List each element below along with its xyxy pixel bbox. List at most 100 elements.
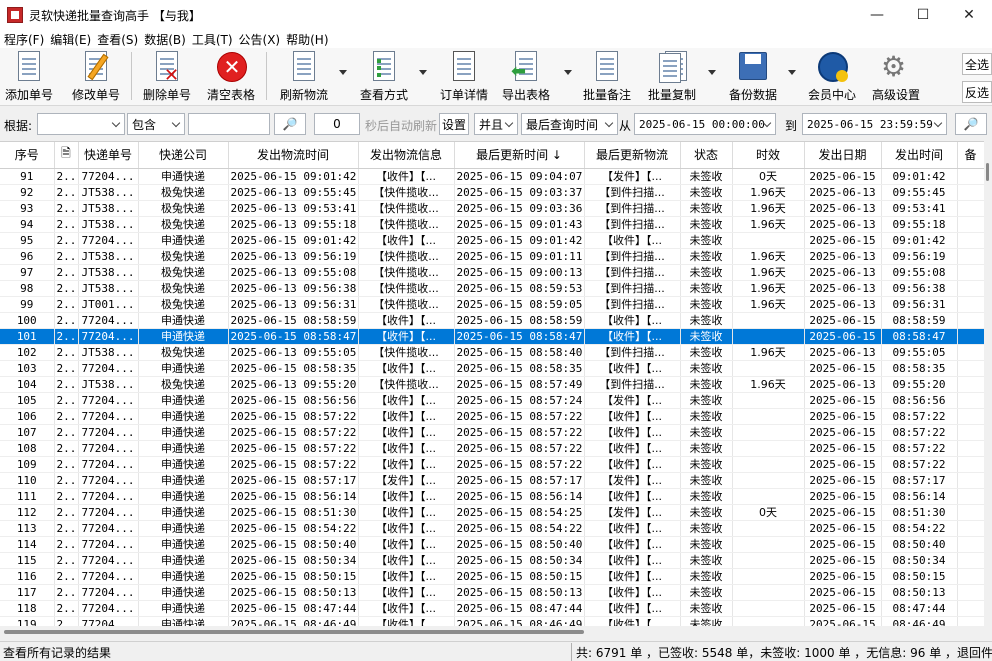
results-table[interactable]: 序号 🗎 快递单号 快递公司 发出物流时间 发出物流信息 最后更新时间 ↓ 最后更新物流 状态时… (0, 141, 984, 626)
minimize-button[interactable]: — (854, 0, 900, 30)
table-row[interactable]: 1102...77204...申通快递2025-06-15 08:57:17【发… (0, 472, 984, 489)
vertical-scroll-thumb[interactable] (986, 163, 989, 181)
member-center-button[interactable]: 会员中心 (805, 51, 859, 103)
column-header[interactable]: 备 (957, 142, 984, 169)
table-row[interactable]: 1142...77204...申通快递2025-06-15 08:50:40【收… (0, 536, 984, 553)
column-header[interactable]: 发出物流时间 (228, 142, 359, 169)
table-row[interactable]: 1132...77204...申通快递2025-06-15 08:54:22【收… (0, 520, 984, 537)
table-row[interactable]: 1012...77204...申通快递2025-06-15 08:58:47【收… (0, 328, 984, 345)
vertical-scrollbar[interactable] (984, 141, 992, 626)
table-cell: 极兔快递 (138, 344, 229, 361)
basis-select[interactable] (37, 113, 125, 135)
menu-tools[interactable]: 工具(T) (192, 31, 233, 48)
refresh-dropdown-arrow[interactable] (339, 70, 347, 75)
to-datetime-picker[interactable]: 2025-06-15 23:59:59 (802, 113, 947, 135)
export-table-button[interactable]: ⬅ 导出表格 (500, 51, 552, 103)
table-row[interactable]: 952...77204...申通快递2025-06-15 09:01:42【收件… (0, 232, 984, 249)
table-row[interactable]: 942...JT538...极兔快递2025-06-13 09:55:18【快件… (0, 216, 984, 233)
refresh-seconds-input[interactable]: 0 (314, 113, 360, 135)
table-row[interactable]: 1122...77204...申通快递2025-06-15 08:51:30【收… (0, 504, 984, 521)
table-cell: 08:57:22 (881, 456, 958, 473)
table-row[interactable]: 1152...77204...申通快递2025-06-15 08:50:34【收… (0, 552, 984, 569)
menu-notice[interactable]: 公告(X) (239, 31, 281, 48)
search-button[interactable]: 🔎 (274, 113, 306, 135)
logic-select[interactable]: 并且 (474, 113, 518, 135)
table-cell: 2025-06-13 09:56:31 (228, 296, 359, 313)
time-field-select-value: 最后查询时间 (526, 117, 599, 132)
view-mode-button[interactable]: 查看方式 (358, 51, 410, 103)
clear-table-button[interactable]: ✕ 清空表格 (205, 51, 257, 103)
table-row[interactable]: 1042...JT538...极兔快递2025-06-13 09:55:20【快… (0, 376, 984, 393)
table-cell: 【快件揽收... (358, 296, 455, 313)
menu-help[interactable]: 帮助(H) (286, 31, 328, 48)
from-datetime-picker[interactable]: 2025-06-15 00:00:00 (634, 113, 776, 135)
table-row[interactable]: 1192...77204...申通快递2025-06-15 08:46:49【收… (0, 616, 984, 626)
table-row[interactable]: 982...JT538...极兔快递2025-06-13 09:56:38【快件… (0, 280, 984, 297)
export-dropdown-arrow[interactable] (564, 70, 572, 75)
view-mode-dropdown-arrow[interactable] (419, 70, 427, 75)
advanced-settings-button[interactable]: ⚙ 高级设置 (868, 51, 924, 103)
table-cell (957, 488, 984, 505)
add-number-button[interactable]: 添加单号 (4, 51, 54, 103)
table-row[interactable]: 1002...77204...申通快递2025-06-15 08:58:59【收… (0, 312, 984, 329)
horizontal-scroll-thumb[interactable] (4, 630, 584, 634)
table-row[interactable]: 912...77204...申通快递2025-06-15 09:01:42【收件… (0, 168, 984, 185)
column-header[interactable]: 发出时间 (881, 142, 958, 169)
table-cell: 申通快递 (138, 616, 229, 626)
table-row[interactable]: 992...JT001...极兔快递2025-06-13 09:56:31【快件… (0, 296, 984, 313)
backup-dropdown-arrow[interactable] (788, 70, 796, 75)
menu-program[interactable]: 程序(F) (4, 31, 44, 48)
maximize-button[interactable]: ☐ (900, 0, 946, 30)
menu-view[interactable]: 查看(S) (97, 31, 138, 48)
column-header[interactable]: 最后更新时间 ↓ (454, 142, 585, 169)
batch-copy-dropdown-arrow[interactable] (708, 70, 716, 75)
table-cell: 09:01:42 (881, 232, 958, 249)
column-header[interactable]: 🗎 (54, 142, 79, 169)
table-row[interactable]: 962...JT538...极兔快递2025-06-13 09:56:19【快件… (0, 248, 984, 265)
table-row[interactable]: 1062...77204...申通快递2025-06-15 08:57:22【收… (0, 408, 984, 425)
date-search-button[interactable]: 🔎 (955, 113, 987, 135)
column-header[interactable]: 状态 (680, 142, 733, 169)
table-row[interactable]: 1112...77204...申通快递2025-06-15 08:56:14【收… (0, 488, 984, 505)
table-cell: 【收件】【... (584, 488, 681, 505)
column-header[interactable]: 发出日期 (804, 142, 882, 169)
filter-text-input[interactable] (188, 113, 270, 135)
table-row[interactable]: 1092...77204...申通快递2025-06-15 08:57:22【收… (0, 456, 984, 473)
table-row[interactable]: 1052...77204...申通快递2025-06-15 08:56:56【收… (0, 392, 984, 409)
column-header[interactable]: 快递公司 (138, 142, 229, 169)
column-header[interactable]: 最后更新物流 (584, 142, 681, 169)
horizontal-scrollbar[interactable] (0, 626, 992, 638)
table-row[interactable]: 1082...77204...申通快递2025-06-15 08:57:22【收… (0, 440, 984, 457)
column-header[interactable]: 快递单号 (78, 142, 139, 169)
backup-data-button[interactable]: 备份数据 (725, 51, 781, 103)
table-cell: 未签收 (680, 216, 733, 233)
batch-note-button[interactable]: 批量备注 (580, 51, 634, 103)
table-row[interactable]: 1032...77204...申通快递2025-06-15 08:58:35【收… (0, 360, 984, 377)
table-cell (732, 616, 805, 626)
table-row[interactable]: 1022...JT538...极兔快递2025-06-13 09:55:05【快… (0, 344, 984, 361)
column-header[interactable]: 序号 (0, 142, 55, 169)
table-row[interactable]: 972...JT538...极兔快递2025-06-13 09:55:08【快件… (0, 264, 984, 281)
column-header[interactable]: 发出物流信息 (358, 142, 455, 169)
menu-edit[interactable]: 编辑(E) (50, 31, 91, 48)
invert-selection-button[interactable]: 反选 (962, 81, 992, 103)
order-detail-button[interactable]: 订单详情 (438, 51, 490, 103)
time-field-select[interactable]: 最后查询时间 (521, 113, 618, 135)
batch-copy-button[interactable]: 批量复制 (645, 51, 699, 103)
auto-refresh-settings-button[interactable]: 设置 (439, 113, 469, 135)
table-row[interactable]: 1172...77204...申通快递2025-06-15 08:50:13【收… (0, 584, 984, 601)
column-header[interactable]: 时效 (732, 142, 805, 169)
table-row[interactable]: 922...JT538...极兔快递2025-06-13 09:55:45【快件… (0, 184, 984, 201)
menu-data[interactable]: 数据(B) (144, 31, 186, 48)
table-row[interactable]: 1162...77204...申通快递2025-06-15 08:50:15【收… (0, 568, 984, 585)
table-row[interactable]: 1072...77204...申通快递2025-06-15 08:57:22【收… (0, 424, 984, 441)
edit-number-button[interactable]: 修改单号 (70, 51, 122, 103)
select-all-button[interactable]: 全选 (962, 53, 992, 75)
table-row[interactable]: 1182...77204...申通快递2025-06-15 08:47:44【收… (0, 600, 984, 617)
close-button[interactable]: ✕ (946, 0, 992, 30)
table-row[interactable]: 932...JT538...极兔快递2025-06-13 09:53:41【快件… (0, 200, 984, 217)
match-select[interactable]: 包含 (127, 113, 185, 135)
refresh-logistics-button[interactable]: 刷新物流 (278, 51, 330, 103)
title-bar: 灵软快递批量查询高手 【与我】 — ☐ ✕ (0, 0, 992, 30)
delete-number-button[interactable]: ✕ 删除单号 (141, 51, 193, 103)
